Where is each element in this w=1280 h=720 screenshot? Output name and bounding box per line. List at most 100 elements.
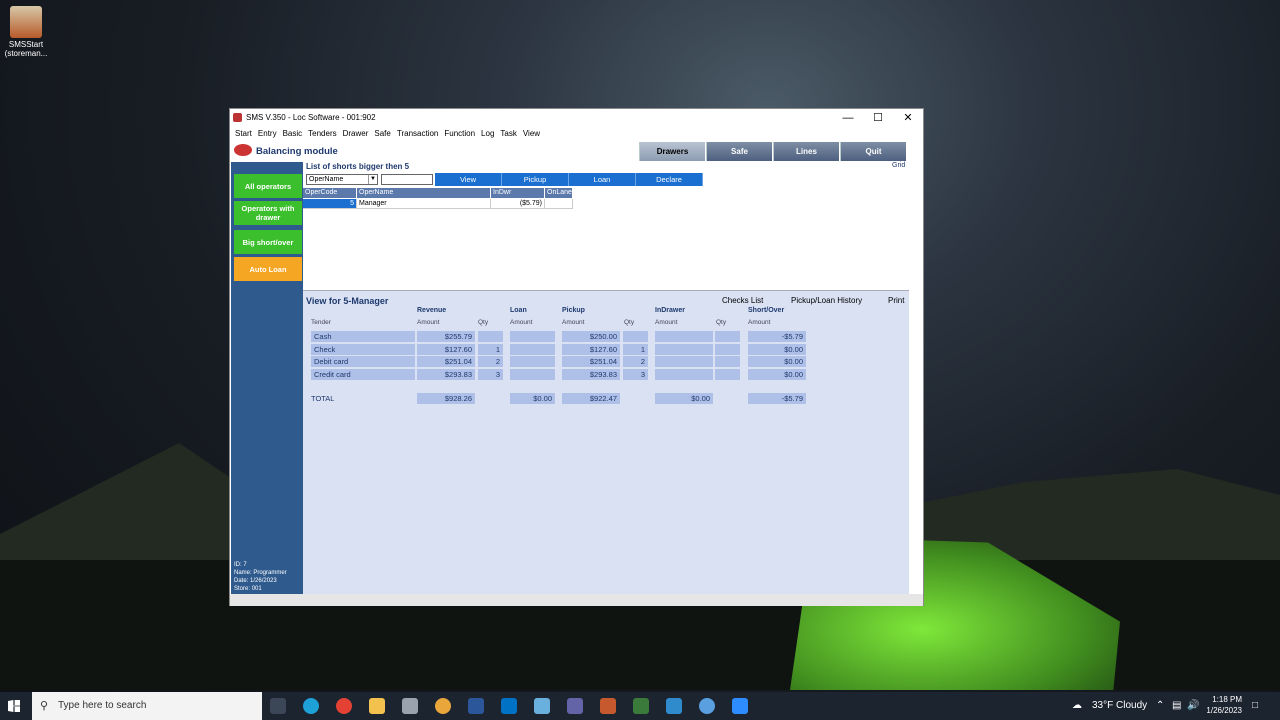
close-button[interactable]: ✕: [893, 109, 923, 127]
grid-link[interactable]: Grid: [892, 162, 905, 169]
loan-button[interactable]: Loan: [569, 173, 636, 186]
word-icon[interactable]: [468, 698, 484, 714]
file-explorer-icon[interactable]: [369, 698, 385, 714]
col-onlane[interactable]: OnLane: [545, 188, 573, 198]
declare-button[interactable]: Declare: [636, 173, 703, 186]
settings-icon[interactable]: [402, 698, 418, 714]
pickup-loan-history-link[interactable]: Pickup/Loan History: [791, 296, 862, 305]
print-link[interactable]: Print: [888, 296, 904, 305]
menu-function[interactable]: Function: [441, 127, 478, 140]
pickup-qty-cell: [623, 331, 648, 342]
volume-icon[interactable]: 🔊: [1187, 700, 1199, 711]
minimize-button[interactable]: —: [833, 109, 863, 127]
tab-drawers[interactable]: Drawers: [639, 142, 705, 161]
sidebar: All operators Operators with drawer Big …: [231, 162, 303, 594]
chrome-canary-icon[interactable]: [435, 698, 451, 714]
python-icon[interactable]: [633, 698, 649, 714]
maximize-button[interactable]: ☐: [863, 109, 893, 127]
edge-icon[interactable]: [303, 698, 319, 714]
indrawer-amount-cell: [655, 331, 713, 342]
menu-entry[interactable]: Entry: [255, 127, 280, 140]
menu-task[interactable]: Task: [497, 127, 519, 140]
loan-amount-cell: [510, 343, 555, 355]
view-title: View for 5-Manager: [306, 296, 389, 306]
row-opername[interactable]: Manager: [357, 199, 491, 209]
notepad-icon[interactable]: [534, 698, 550, 714]
chrome-icon[interactable]: [336, 698, 352, 714]
col-opercode[interactable]: OperCode: [303, 188, 357, 198]
sub-amount: Amount: [655, 319, 678, 326]
pickup-amount-cell: $127.60: [562, 343, 620, 355]
teams-icon[interactable]: [567, 698, 583, 714]
network-icon[interactable]: ▤: [1172, 700, 1181, 711]
list-title: List of shorts bigger then 5: [306, 162, 410, 171]
tender-cell: Credit card: [311, 368, 415, 380]
module-header: Balancing module Drawers Safe Lines Quit: [230, 141, 923, 162]
indrawer-qty-cell: [715, 343, 740, 355]
chevron-up-icon[interactable]: ⌃: [1156, 700, 1164, 711]
row-indwr[interactable]: ($5.79): [491, 199, 545, 209]
menu-drawer[interactable]: Drawer: [340, 127, 372, 140]
revenue-amount-cell: $293.83: [417, 368, 475, 380]
menu-start[interactable]: Start: [232, 127, 255, 140]
auto-loan-button[interactable]: Auto Loan: [234, 257, 302, 281]
short-over-cell: $0.00: [748, 368, 806, 380]
filter-input[interactable]: [381, 174, 433, 185]
total-pickup: $922.47: [562, 393, 620, 404]
clock[interactable]: 1:18 PM 1/26/2023: [1202, 694, 1242, 716]
notification-icon[interactable]: □: [1252, 700, 1258, 711]
menu-transaction[interactable]: Transaction: [394, 127, 442, 140]
revenue-qty-cell: 3: [478, 368, 503, 380]
row-onlane[interactable]: [545, 199, 573, 209]
filter-select[interactable]: OperName ▼: [306, 174, 378, 185]
logo-icon: [234, 144, 252, 156]
zoom-icon[interactable]: [732, 698, 748, 714]
window-title: SMS V.350 - Loc Software - 001:902: [246, 113, 376, 122]
cloud-icon: ☁: [1072, 700, 1082, 711]
operator-info: ID: 7 Name: Programmer Date: 1/26/2023 S…: [234, 561, 302, 593]
tab-quit[interactable]: Quit: [840, 142, 906, 161]
pickup-amount-cell: $293.83: [562, 368, 620, 380]
pickup-qty-cell: 1: [623, 343, 648, 355]
desktop-icon-smsstart[interactable]: SMSStart (storeman...: [4, 6, 48, 58]
info-label: ID:: [234, 562, 242, 568]
indrawer-amount-cell: [655, 356, 713, 368]
task-view-icon[interactable]: [270, 698, 286, 714]
pickup-button[interactable]: Pickup: [502, 173, 569, 186]
network-tool-icon[interactable]: [699, 698, 715, 714]
col-indwr[interactable]: InDwr: [491, 188, 545, 198]
all-operators-button[interactable]: All operators: [234, 174, 302, 198]
revenue-qty-cell: [478, 331, 503, 342]
sub-qty: Qty: [478, 319, 489, 326]
tab-lines[interactable]: Lines: [773, 142, 839, 161]
outlook-icon[interactable]: [501, 698, 517, 714]
menu-log[interactable]: Log: [478, 127, 497, 140]
sub-qty: Qty: [624, 319, 635, 326]
indrawer-amount-cell: [655, 368, 713, 380]
info-label: Date:: [234, 578, 249, 584]
total-indrawer: $0.00: [655, 393, 713, 404]
menu-basic[interactable]: Basic: [280, 127, 306, 140]
weather-text[interactable]: 33°F Cloudy: [1092, 700, 1147, 711]
operators-with-drawer-button[interactable]: Operators with drawer: [234, 201, 302, 225]
checks-list-link[interactable]: Checks List: [722, 296, 763, 305]
revenue-qty-cell: 2: [478, 356, 503, 368]
view-button[interactable]: View: [435, 173, 502, 186]
revenue-amount-cell: $255.79: [417, 331, 475, 342]
col-opername[interactable]: OperName: [357, 188, 491, 198]
menu-view[interactable]: View: [520, 127, 543, 140]
big-short-over-button[interactable]: Big short/over: [234, 230, 302, 254]
desktop-icon-label: SMSStart (storeman...: [4, 40, 48, 58]
revenue-qty-cell: 1: [478, 343, 503, 355]
sms-app-icon[interactable]: [600, 698, 616, 714]
tab-safe[interactable]: Safe: [706, 142, 772, 161]
row-opercode[interactable]: 5: [303, 199, 357, 209]
menu-tenders[interactable]: Tenders: [305, 127, 339, 140]
menu-safe[interactable]: Safe: [371, 127, 393, 140]
tender-cell: Cash: [311, 331, 415, 342]
info-value: Programmer: [253, 570, 287, 576]
loan-amount-cell: [510, 356, 555, 368]
windows-start-icon[interactable]: [8, 700, 20, 712]
taskbar-search-input[interactable]: Type here to search: [32, 692, 262, 720]
python-launcher-icon[interactable]: [666, 698, 682, 714]
